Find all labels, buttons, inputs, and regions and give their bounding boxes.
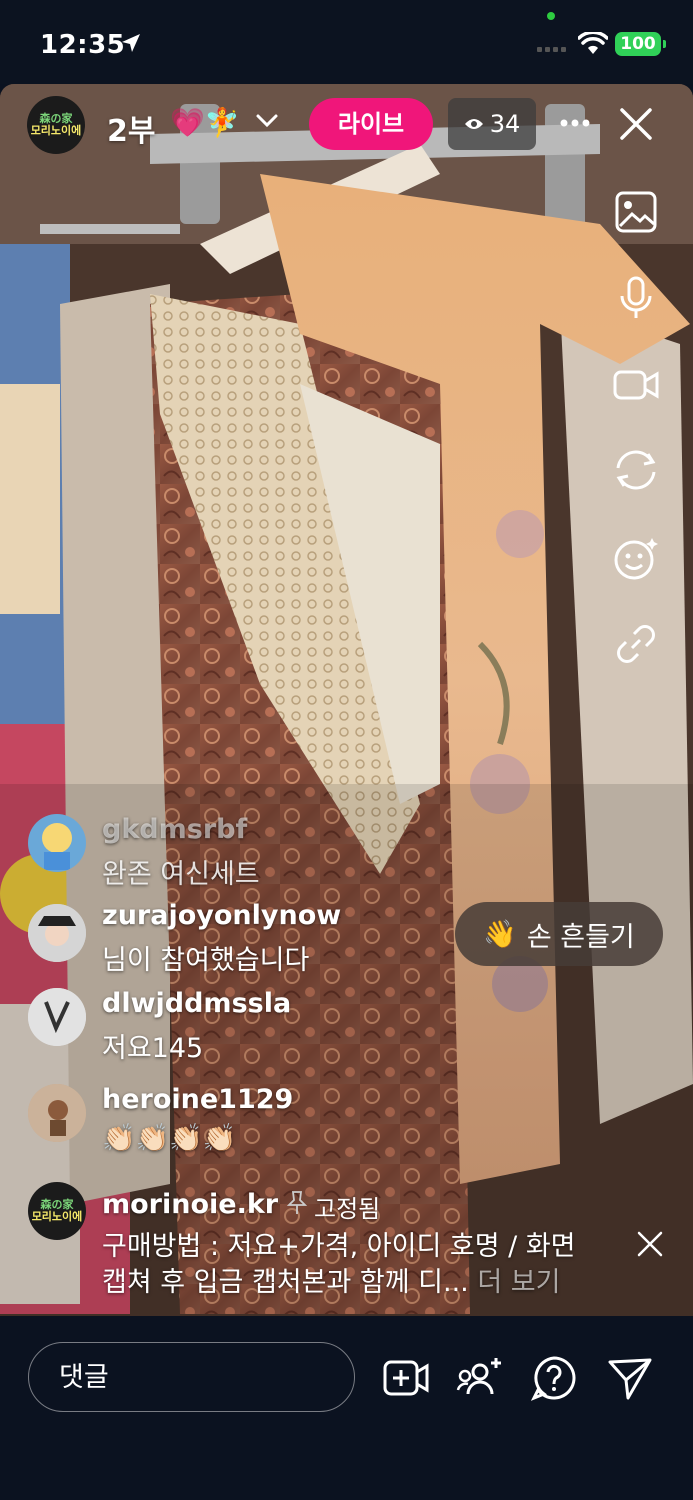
status-time: 12:35 xyxy=(40,30,126,60)
live-title[interactable]: 2부 xyxy=(107,106,155,150)
share-icon[interactable] xyxy=(606,1354,654,1402)
wifi-icon xyxy=(578,32,608,54)
location-arrow-icon xyxy=(122,34,140,52)
host-avatar[interactable]: 森の家 모리노이에 xyxy=(27,96,85,154)
title-emoji: 💗🧚 xyxy=(170,106,240,139)
eye-icon xyxy=(464,119,483,129)
gallery-icon[interactable] xyxy=(612,188,660,236)
viewer-count: 34 xyxy=(489,110,521,138)
wave-button[interactable]: 👋 손 흔들기 xyxy=(455,902,663,966)
comment-text: 님이 참여했습니다 xyxy=(102,945,310,976)
viewer-count-badge[interactable]: 34 xyxy=(448,98,536,150)
flip-camera-icon[interactable] xyxy=(612,446,660,494)
comment-avatar[interactable] xyxy=(28,988,86,1046)
comment-text: 👏🏻👏🏻👏🏻👏🏻 xyxy=(102,1123,237,1154)
comment-item: gkdmsrbf 완존 여신세트 xyxy=(28,814,628,894)
bottom-bar xyxy=(0,1316,693,1500)
microphone-icon[interactable] xyxy=(612,274,660,322)
close-icon[interactable] xyxy=(618,106,654,142)
live-badge: 라이브 xyxy=(309,98,433,150)
video-camera-icon[interactable] xyxy=(612,360,660,408)
comment-username[interactable]: gkdmsrbf xyxy=(102,814,247,845)
comment-item: dlwjddmssla 저요145 xyxy=(28,988,628,1068)
cellular-signal-icon xyxy=(537,47,566,52)
wave-button-label: 손 흔들기 xyxy=(526,921,635,953)
status-bar: 12:35 100 xyxy=(0,0,693,84)
comment-avatar[interactable] xyxy=(28,904,86,962)
pinned-comment-text-continued[interactable]: 캡쳐 후 입금 캡처본과 함께 디... 더 보기 xyxy=(102,1260,560,1299)
question-icon[interactable] xyxy=(530,1354,578,1402)
more-options-icon[interactable] xyxy=(558,106,592,140)
waving-hand-icon: 👋 xyxy=(483,919,517,950)
pinned-tag: 고정됨 xyxy=(314,1195,381,1223)
comment-input[interactable] xyxy=(28,1342,355,1412)
host-logo: 森の家 모리노이에 xyxy=(30,112,82,137)
pin-icon xyxy=(286,1191,308,1214)
chevron-down-icon[interactable] xyxy=(255,112,279,130)
pinned-avatar[interactable]: 森の家 모리노이에 xyxy=(28,1182,86,1240)
battery-indicator: 100 xyxy=(615,32,666,56)
see-more-link[interactable]: 더 보기 xyxy=(477,1267,560,1298)
add-video-icon[interactable] xyxy=(382,1354,430,1402)
pinned-username[interactable]: morinoie.kr xyxy=(102,1189,278,1220)
comment-item: heroine1129 👏🏻👏🏻👏🏻👏🏻 xyxy=(28,1084,628,1164)
comment-avatar[interactable] xyxy=(28,814,86,872)
comment-username[interactable]: zurajoyonlynow xyxy=(102,900,341,931)
host-logo: 森の家 모리노이에 xyxy=(31,1198,83,1223)
comment-text: 저요145 xyxy=(102,1033,204,1064)
comment-username[interactable]: dlwjddmssla xyxy=(102,988,291,1019)
comment-text: 완존 여신세트 xyxy=(102,859,260,890)
link-icon[interactable] xyxy=(612,620,660,668)
unpin-close-icon[interactable] xyxy=(634,1228,666,1260)
invite-guest-icon[interactable] xyxy=(456,1354,504,1402)
comment-username[interactable]: heroine1129 xyxy=(102,1084,293,1115)
comment-avatar[interactable] xyxy=(28,1084,86,1142)
privacy-indicator-dot xyxy=(547,12,555,20)
pinned-comment-text: 구매방법 : 저요+가격, 아이디 호명 / 화면 xyxy=(102,1231,576,1262)
live-video-stage[interactable]: 森の家 모리노이에 2부 💗🧚 라이브 34 gkdmsrbf 완존 여신세트 … xyxy=(0,84,693,1316)
effects-icon[interactable] xyxy=(612,534,660,582)
